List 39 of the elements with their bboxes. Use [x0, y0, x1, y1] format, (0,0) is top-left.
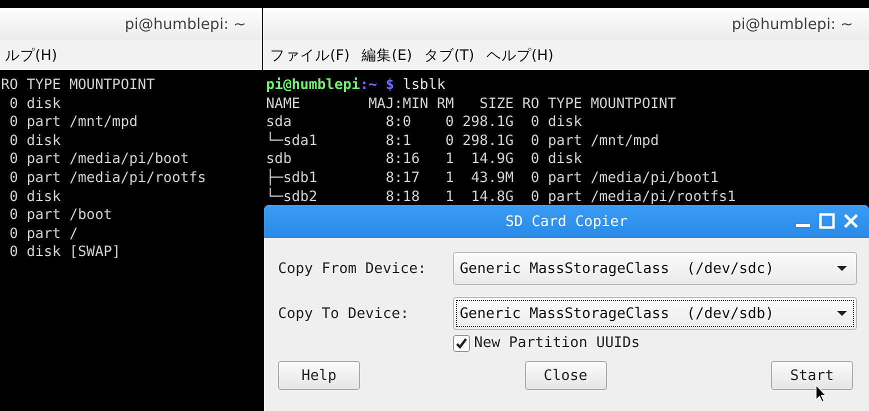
window-title: pi@humblepi: ~ [124, 15, 246, 33]
menu-item[interactable]: ルプ(H) [5, 46, 58, 64]
terminal-line: RO TYPE MOUNTPOINT [1, 76, 156, 95]
terminal-line: 0 part /media/pi/boot [8, 150, 190, 169]
dialog-button[interactable]: Close [524, 361, 606, 390]
mouse-pointer-icon [815, 384, 827, 403]
terminal-line: 0 disk [8, 132, 62, 150]
terminal-line: 0 part /media/pi/rootfs [8, 168, 207, 188]
close-icon[interactable] [843, 213, 859, 229]
terminal-line: 0 disk [8, 188, 62, 206]
device-dropdown[interactable]: Generic MassStorageClass (/dev/sdb) [452, 297, 857, 330]
terminal-line: 0 disk [SWAP] [8, 243, 122, 262]
window-title: pi@humblepi: ~ [732, 15, 853, 33]
dialog-title: SD Card Copier [505, 214, 628, 230]
dialog-button[interactable]: Help [278, 361, 360, 390]
field-label: Copy From Device: [278, 260, 428, 276]
terminal-line: ├─sdb1 8:17 1 43.9M 0 part /media/pi/boot1 [266, 168, 720, 188]
menu-item[interactable]: ヘルプ(H) [486, 46, 554, 64]
menu-item[interactable]: 編集(E) [362, 46, 412, 64]
checkbox-label: New Partition UUIDs [474, 335, 640, 351]
checkbox[interactable] [453, 334, 470, 352]
command-prompt: pi@humblepi:~ $ lsblk [266, 76, 446, 95]
terminal-line: └─sda1 8:1 0 298.1G 0 part /mnt/mpd [266, 132, 660, 150]
dialog-button[interactable]: Start [771, 361, 853, 390]
dropdown-caret-icon [836, 310, 848, 317]
menu-item[interactable]: ファイル(F) [270, 46, 350, 64]
terminal-line: 0 part / [8, 224, 79, 244]
terminal-line: sda 8:0 0 298.1G 0 disk [266, 113, 584, 132]
field-label: Copy To Device: [278, 306, 410, 322]
menu-item[interactable]: タブ(T) [424, 46, 474, 64]
terminal-line: NAME MAJ:MIN RM SIZE RO TYPE MOUNTPOINT [266, 94, 677, 114]
device-dropdown[interactable]: Generic MassStorageClass (/dev/sdc) [452, 252, 857, 285]
terminal-line: 0 disk [8, 94, 62, 114]
maximize-icon[interactable] [819, 213, 835, 229]
dropdown-caret-icon [836, 265, 848, 272]
terminal-line: sdb 8:16 1 14.9G 0 disk [266, 150, 584, 168]
terminal-line: └─sdb2 8:18 1 14.8G 0 part /media/pi/rootfs1 [266, 188, 737, 206]
terminal-line: 0 part /boot [8, 206, 114, 225]
terminal-line: 0 part /mnt/mpd [8, 113, 139, 132]
